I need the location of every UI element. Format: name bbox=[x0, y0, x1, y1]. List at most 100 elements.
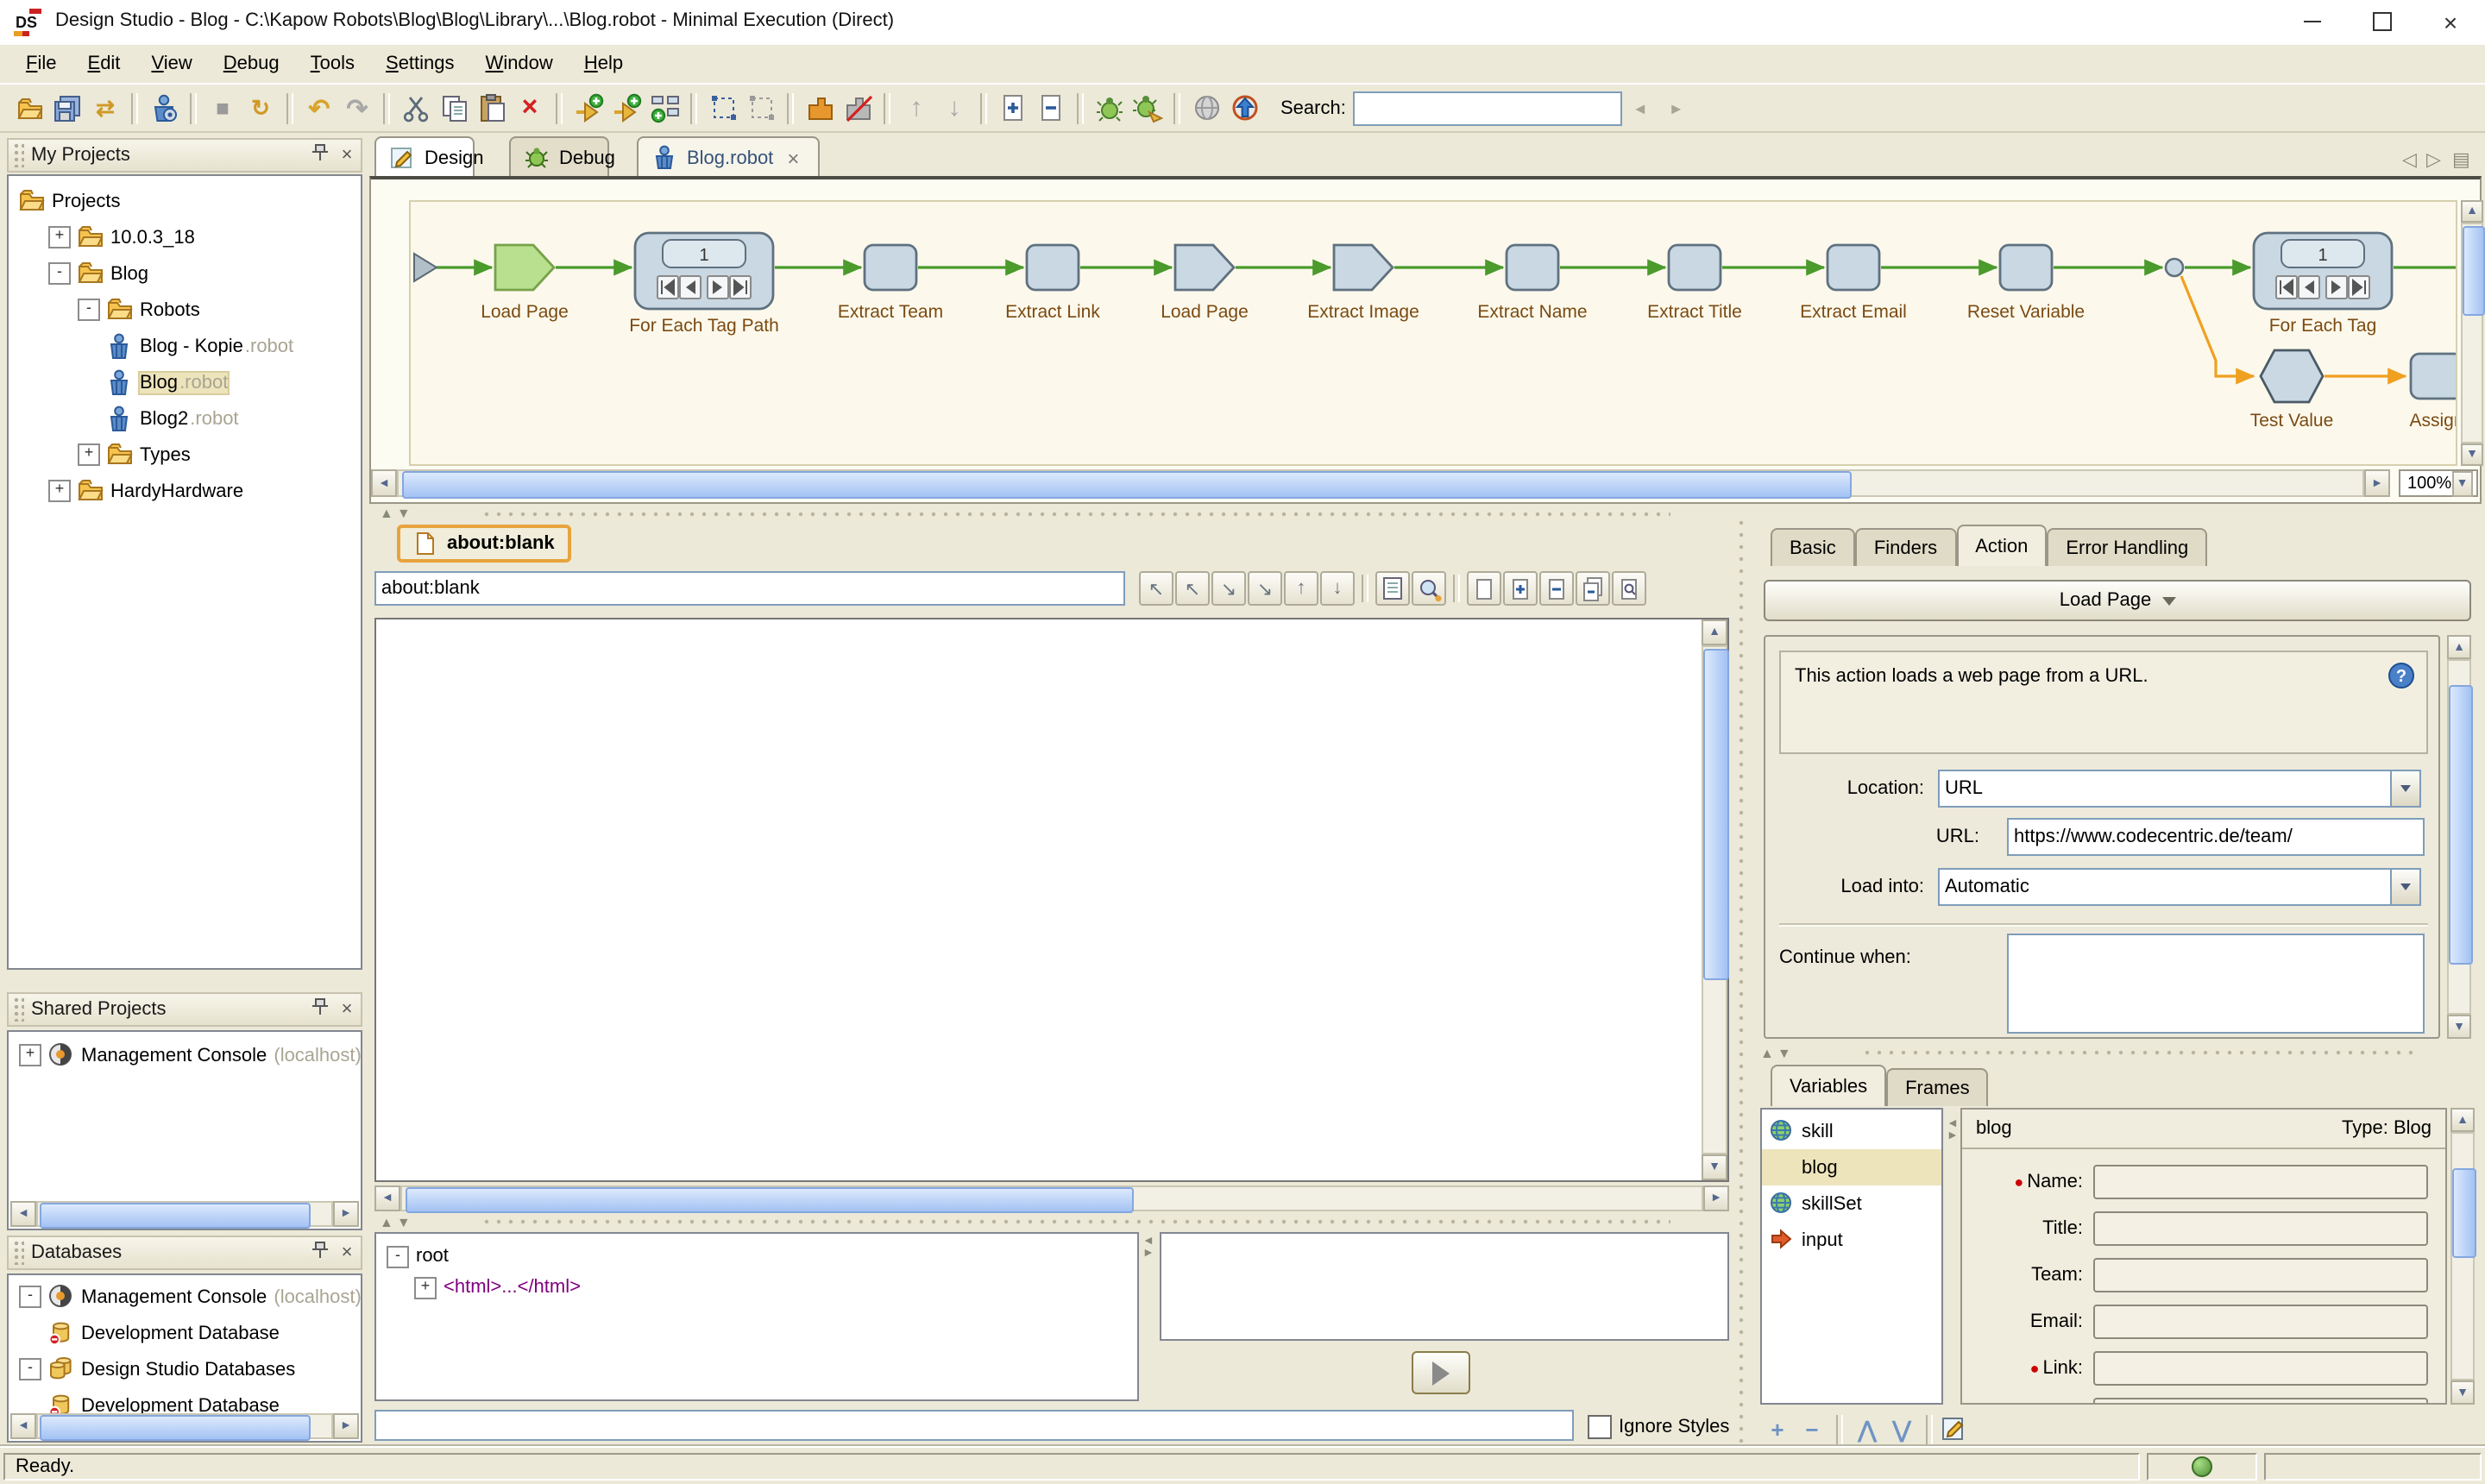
flow-step-load-page[interactable] bbox=[494, 243, 556, 292]
synchronize-icon[interactable]: ⇄ bbox=[88, 91, 123, 125]
project-item-blog[interactable]: Blog .robot bbox=[9, 364, 361, 400]
help-icon[interactable]: ? bbox=[2388, 663, 2414, 694]
close-panel-icon[interactable]: × bbox=[333, 999, 361, 1020]
dom-vertical-splitter[interactable]: ◄ ► bbox=[1142, 1236, 1156, 1401]
expand-icon[interactable]: + bbox=[414, 1276, 437, 1298]
debug-step-icon[interactable] bbox=[1130, 91, 1165, 125]
panel-grip[interactable] bbox=[14, 997, 24, 1022]
tab-basic[interactable]: Basic bbox=[1771, 528, 1855, 566]
menu-view[interactable]: View bbox=[135, 48, 207, 79]
flow-step-extract-email[interactable] bbox=[1826, 243, 1881, 292]
move-variable-down-icon[interactable]: ⋁ bbox=[1884, 1416, 1919, 1443]
browser-dom-splitter[interactable]: ▲▼ bbox=[369, 1213, 1740, 1230]
open-browser-navigate-icon[interactable] bbox=[1227, 91, 1261, 125]
tab-debug[interactable]: Debug bbox=[509, 136, 615, 178]
minimize-button[interactable] bbox=[2278, 0, 2347, 43]
shared-projects-hscrollbar[interactable]: ◄ ► bbox=[10, 1201, 359, 1229]
project-item-robots[interactable]: - Robots bbox=[9, 292, 361, 328]
action-vscrollbar[interactable]: ▲ ▼ bbox=[2447, 635, 2473, 1039]
collapse-icon[interactable]: - bbox=[78, 299, 100, 321]
inspect-icon[interactable] bbox=[1412, 571, 1446, 606]
tab-finders[interactable]: Finders bbox=[1854, 528, 1957, 566]
close-panel-icon[interactable]: × bbox=[333, 1242, 361, 1263]
select-steps-icon[interactable] bbox=[706, 91, 740, 125]
variable-field-input[interactable] bbox=[2093, 1398, 2428, 1403]
expand-icon[interactable]: + bbox=[48, 480, 71, 502]
browser-vscrollbar[interactable]: ▲ ▼ bbox=[1702, 619, 1729, 1180]
project-item-blog2[interactable]: Blog2 .robot bbox=[9, 400, 361, 437]
splitter-collapse-icons[interactable]: ▲▼ bbox=[380, 506, 414, 521]
tab-close-icon[interactable]: × bbox=[787, 146, 799, 170]
insert-step-before-icon[interactable] bbox=[571, 91, 606, 125]
variable-field-input[interactable] bbox=[2093, 1351, 2428, 1386]
search-input[interactable] bbox=[1352, 91, 1622, 125]
pin-icon[interactable] bbox=[305, 997, 333, 1022]
flow-step-extract-team[interactable] bbox=[863, 243, 918, 292]
splitter-collapse-icons[interactable]: ▲▼ bbox=[380, 1214, 414, 1229]
menu-edit[interactable]: Edit bbox=[72, 48, 136, 79]
move-up-icon[interactable]: ↑ bbox=[899, 91, 934, 125]
continue-when-input[interactable] bbox=[2007, 934, 2425, 1034]
ignore-styles-checkbox[interactable] bbox=[1588, 1415, 1612, 1439]
view-copies-icon[interactable] bbox=[1576, 571, 1610, 606]
menu-help[interactable]: Help bbox=[569, 48, 639, 79]
connect-icon[interactable] bbox=[802, 91, 837, 125]
configure-robot-icon[interactable] bbox=[147, 91, 181, 125]
deselect-steps-icon[interactable] bbox=[744, 91, 778, 125]
go-forward-far-icon[interactable]: ↘ bbox=[1248, 571, 1282, 606]
tab-scroll-right-icon[interactable]: ▷ bbox=[2426, 148, 2441, 171]
menu-file[interactable]: File bbox=[10, 48, 72, 79]
go-back-far-icon[interactable]: ↖ bbox=[1139, 571, 1173, 606]
debug-run-icon[interactable] bbox=[1092, 91, 1127, 125]
variable-field-input[interactable] bbox=[2093, 1258, 2428, 1292]
variable-field-input[interactable] bbox=[2093, 1211, 2428, 1246]
dom-tree-root[interactable]: - root bbox=[387, 1241, 1137, 1272]
collapse-icon[interactable]: - bbox=[387, 1245, 409, 1267]
project-item-blog[interactable]: - Blog bbox=[9, 255, 361, 292]
play-button[interactable] bbox=[1412, 1351, 1470, 1394]
view-find-icon[interactable] bbox=[1612, 571, 1646, 606]
refresh-icon[interactable]: ↻ bbox=[243, 91, 278, 125]
search-prev-icon[interactable]: ◄ bbox=[1633, 99, 1648, 116]
go-down-icon[interactable]: ↓ bbox=[1320, 571, 1355, 606]
variable-item-skill[interactable]: skill bbox=[1762, 1113, 1941, 1149]
view-zoom-out-icon[interactable] bbox=[1539, 571, 1574, 606]
go-up-icon[interactable]: ↑ bbox=[1284, 571, 1318, 606]
project-item-projects[interactable]: Projects bbox=[9, 183, 361, 219]
tab-error-handling[interactable]: Error Handling bbox=[2047, 528, 2208, 566]
database-item-management-console[interactable]: - Management Console (localhost) bbox=[9, 1279, 361, 1315]
move-down-icon[interactable]: ↓ bbox=[937, 91, 972, 125]
location-select[interactable]: URL bbox=[1938, 770, 2421, 808]
collapse-icon[interactable]: - bbox=[19, 1358, 41, 1380]
open-browser-icon[interactable] bbox=[1189, 91, 1224, 125]
load-into-select[interactable]: Automatic bbox=[1938, 868, 2421, 906]
shared-item-management-console[interactable]: + Management Console (localhost) bbox=[9, 1037, 361, 1073]
tab-action[interactable]: Action bbox=[1956, 525, 2048, 566]
dom-expression-input[interactable] bbox=[374, 1410, 1574, 1441]
expand-icon[interactable]: + bbox=[78, 443, 100, 466]
edit-variable-icon[interactable] bbox=[1940, 1413, 1967, 1446]
variables-vscrollbar[interactable]: ▲ ▼ bbox=[2450, 1108, 2476, 1405]
panel-grip[interactable] bbox=[14, 1241, 24, 1265]
cut-icon[interactable] bbox=[399, 91, 433, 125]
database-item-design-studio-databases[interactable]: - Design Studio Databases bbox=[9, 1351, 361, 1387]
close-button[interactable]: × bbox=[2416, 0, 2485, 43]
zoom-in-icon[interactable] bbox=[996, 91, 1030, 125]
stop-icon[interactable]: ■ bbox=[205, 91, 240, 125]
add-variable-icon[interactable]: + bbox=[1760, 1417, 1795, 1443]
robot-flow-canvas[interactable]: Load Page 1 For Each Tag Path Extract Team E… bbox=[409, 200, 2457, 466]
page-list-icon[interactable] bbox=[1375, 571, 1410, 606]
variable-field-input[interactable] bbox=[2093, 1305, 2428, 1339]
collapse-icon[interactable]: - bbox=[19, 1286, 41, 1308]
pin-icon[interactable] bbox=[305, 143, 333, 167]
variables-splitter[interactable]: ◄ ► bbox=[1947, 1118, 1960, 1222]
pin-icon[interactable] bbox=[305, 1241, 333, 1265]
database-item-development-database[interactable]: Development Database bbox=[9, 1315, 361, 1351]
flow-hscrollbar[interactable]: ◄ ► bbox=[371, 469, 2390, 499]
remove-variable-icon[interactable]: − bbox=[1795, 1417, 1829, 1443]
copy-icon[interactable] bbox=[437, 91, 471, 125]
delete-icon[interactable]: × bbox=[513, 91, 547, 125]
menu-settings[interactable]: Settings bbox=[370, 48, 470, 79]
flow-step-extract-name[interactable] bbox=[1505, 243, 1560, 292]
dom-tree-html-node[interactable]: + <html>...</html> bbox=[387, 1272, 1137, 1303]
